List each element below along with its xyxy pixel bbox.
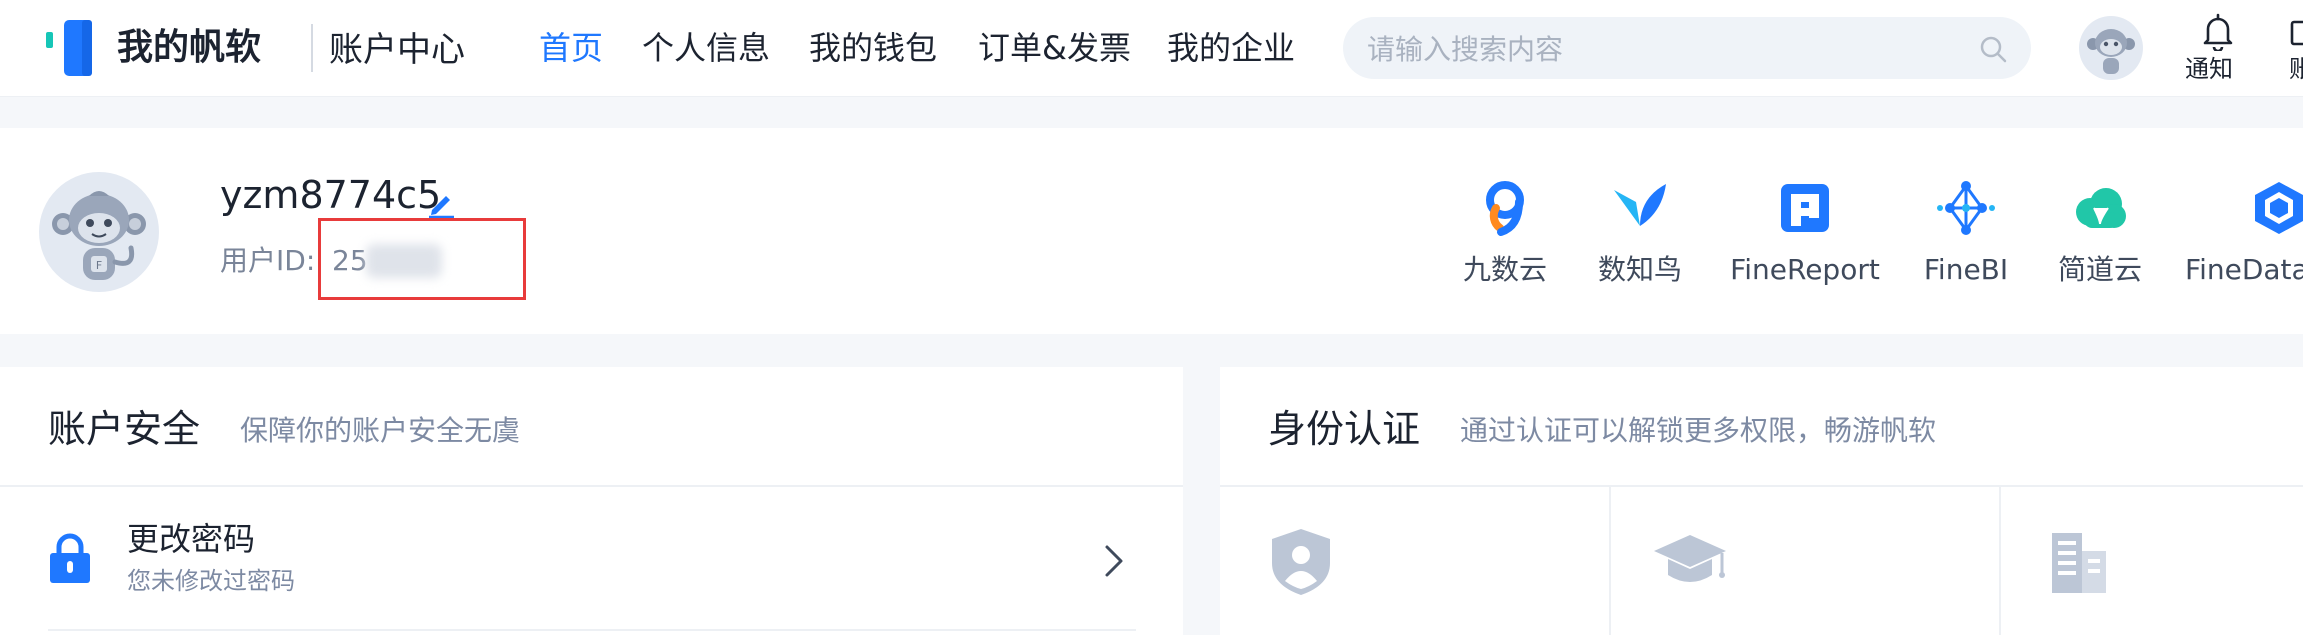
identity-verification-card: 身份认证 通过认证可以解锁更多权限，畅游帆软 [1220,367,2303,635]
company-verify-icon[interactable] [2046,527,2112,597]
column-divider [1609,487,1611,635]
account-icon[interactable] [2290,20,2303,46]
product-label: 简道云 [2057,253,2142,286]
brand-name[interactable]: 我的帆软 [117,24,261,72]
lock-icon [50,533,90,583]
product-jiandaoyun[interactable]: 简道云 [2015,178,2185,288]
user-id-highlight-box [318,218,526,300]
change-password-desc: 您未修改过密码 [127,567,295,595]
profile-card: F yzm8774c5 用户ID: 25 九数云 数知鸟 FineReport … [0,128,2303,334]
identity-title: 身份认证 [1268,407,1421,451]
card-divider [1220,485,2303,487]
user-avatar[interactable]: F [39,172,159,292]
shuzhiniao-icon [1614,184,1666,226]
identity-subtitle: 通过认证可以解锁更多权限，畅游帆软 [1460,414,1937,447]
edit-icon[interactable] [426,188,456,218]
finebi-icon [1937,181,1995,235]
jiushuyun-icon [1486,181,1524,236]
nav-my-wallet[interactable]: 我的钱包 [809,26,937,70]
account-security-title: 账户安全 [48,407,201,451]
search-input[interactable] [1365,27,1949,71]
fanruan-logo[interactable] [46,20,106,76]
jiandaoyun-icon [2076,188,2126,228]
product-label: 数知鸟 [1597,253,1682,286]
nav-orders-invoices[interactable]: 订单&发票 [978,26,1131,70]
nav-home[interactable]: 首页 [539,26,603,70]
top-header: 我的帆软 账户中心 首页 个人信息 我的钱包 订单&发票 我的企业 通知 账 [0,0,2303,97]
account-security-card: 账户安全 保障你的账户安全无虞 更改密码 您未修改过密码 [0,367,1183,635]
search-icon[interactable] [1978,34,2008,64]
finereport-icon [1781,184,1829,232]
product-label: FineReport [1730,253,1880,286]
column-divider [1999,487,2001,635]
nav-my-company[interactable]: 我的企业 [1167,26,1295,70]
brand-divider [311,24,313,72]
svg-text:F: F [96,259,102,272]
account-label[interactable]: 账 [2289,53,2303,85]
account-security-subtitle: 保障你的账户安全无虞 [240,414,521,447]
product-finereport[interactable]: FineReport [1720,178,1890,288]
finedata-icon [2255,182,2303,234]
row-divider [48,629,1136,631]
bell-icon[interactable] [2202,13,2234,51]
search-box[interactable] [1343,17,2031,79]
student-verify-icon[interactable] [1652,527,1728,597]
username: yzm8774c5 [220,173,442,217]
product-finedata[interactable]: FineData [2185,178,2303,288]
user-avatar-small[interactable] [2079,16,2143,80]
notify-label[interactable]: 通知 [2185,53,2233,85]
chevron-right-icon[interactable] [1103,543,1125,579]
change-password-row[interactable]: 更改密码 您未修改过密码 [0,487,1183,615]
personal-verify-icon[interactable] [1268,527,1334,597]
user-id-label: 用户ID: [220,244,316,277]
product-label: FineData [2185,253,2303,286]
nav-personal-info[interactable]: 个人信息 [642,26,770,70]
change-password-title: 更改密码 [127,520,256,558]
product-shuzhiniao[interactable]: 数知鸟 [1555,178,1725,288]
account-center-title: 账户中心 [329,30,465,70]
